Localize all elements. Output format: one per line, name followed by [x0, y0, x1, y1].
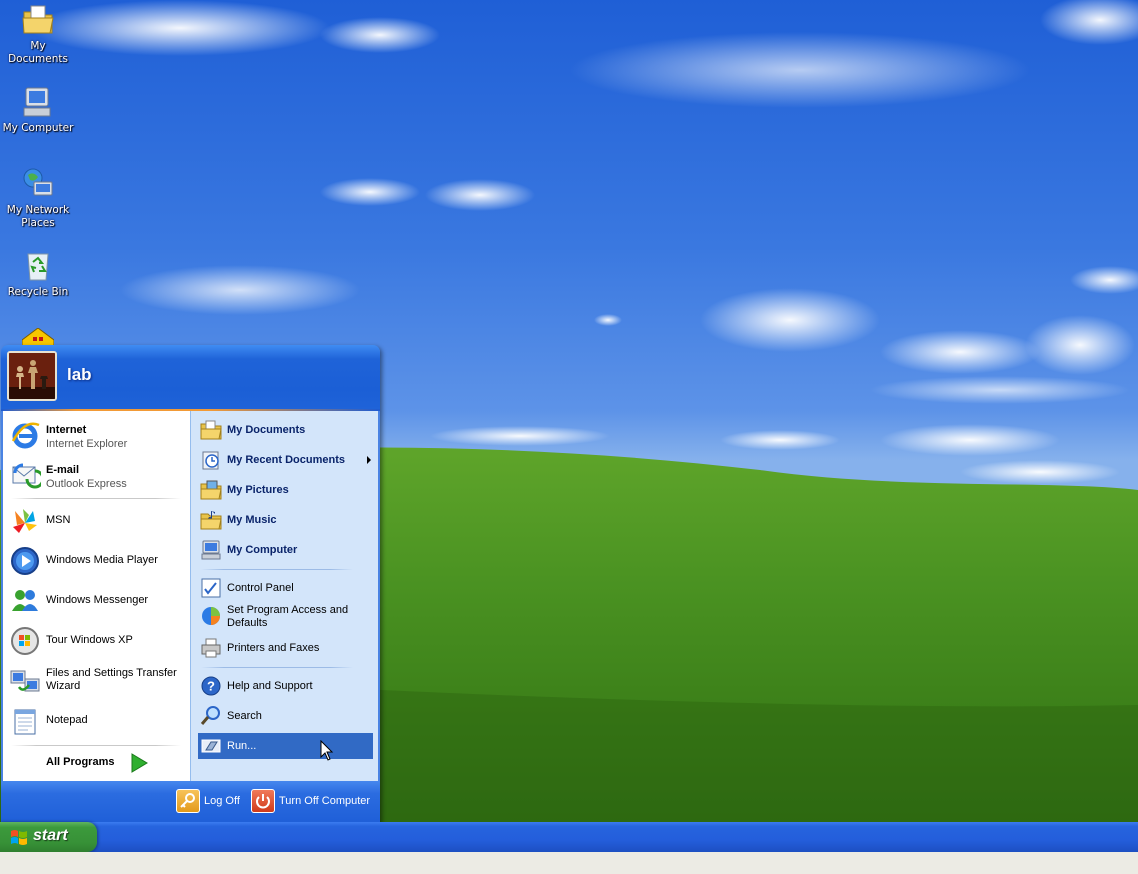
item-printers-faxes[interactable]: Printers and Faxes: [198, 635, 373, 661]
chess-picture-icon: [9, 353, 55, 399]
transfer-wizard-icon: [10, 670, 40, 692]
desktop-icon-my-computer[interactable]: My Computer: [0, 84, 76, 135]
media-player-icon: [11, 547, 39, 575]
place-my-computer[interactable]: My Computer: [198, 537, 373, 563]
desktop-icon-label: My Network Places: [6, 204, 70, 229]
place-my-recent-documents[interactable]: My Recent Documents: [198, 447, 373, 473]
screen-bottom-area: [0, 852, 1138, 874]
start-button[interactable]: start: [0, 822, 97, 852]
computer-icon: [201, 540, 221, 560]
place-my-documents[interactable]: My Documents: [198, 417, 373, 443]
windows-logo-icon: [11, 830, 27, 845]
tour-icon: [11, 627, 39, 655]
my-computer-icon: [23, 87, 51, 117]
separator: [201, 667, 353, 668]
separator: [11, 745, 181, 746]
folder-icon: [200, 420, 222, 440]
pinned-internet[interactable]: Internet Internet Explorer: [9, 419, 187, 453]
turn-off-label: Turn Off Computer: [279, 795, 371, 807]
program-label: MSN: [46, 514, 71, 526]
desktop-icon-recycle-bin[interactable]: Recycle Bin: [0, 248, 76, 299]
key-icon: [176, 789, 200, 813]
partial-desktop-icon[interactable]: [22, 328, 54, 346]
recycle-bin-icon: [27, 253, 49, 281]
pinned-email[interactable]: E-mail Outlook Express: [9, 459, 187, 493]
messenger-icon: [12, 590, 38, 611]
program-transfer-wizard[interactable]: Files and Settings Transfer Wizard: [9, 665, 187, 699]
user-avatar[interactable]: [7, 351, 57, 401]
user-name: lab: [67, 365, 92, 384]
program-messenger[interactable]: Windows Messenger: [9, 585, 187, 619]
start-label: start: [33, 827, 68, 844]
pinned-title: Internet: [46, 424, 87, 436]
desktop-icon-label: My Computer: [2, 122, 74, 134]
submenu-arrow-icon: [367, 456, 371, 464]
desktop-icon-my-documents[interactable]: My Documents: [0, 2, 76, 66]
taskbar: start: [0, 822, 1138, 852]
control-panel-icon: [201, 578, 221, 598]
start-menu-footer: Log Off Turn Off Computer: [1, 781, 380, 823]
program-label: Files and Settings Transfer Wizard: [46, 667, 177, 692]
pinned-title: E-mail: [46, 464, 80, 476]
program-label: Notepad: [46, 714, 88, 726]
item-label: Run...: [227, 740, 257, 752]
network-places-icon: [23, 168, 53, 196]
notepad-icon: [14, 709, 36, 735]
item-label: Set Program Access and Defaults: [227, 604, 349, 629]
my-documents-icon: [22, 5, 54, 34]
pictures-folder-icon: [200, 480, 222, 500]
outlook-express-icon: [12, 463, 41, 489]
item-control-panel[interactable]: Control Panel: [198, 575, 373, 601]
search-icon: [200, 706, 220, 725]
desktop-icon-label: My Documents: [8, 40, 68, 65]
place-label: My Computer: [227, 544, 298, 556]
place-label: My Music: [227, 514, 277, 526]
start-menu-header: lab: [1, 345, 380, 409]
item-help-support[interactable]: ? Help and Support: [198, 673, 373, 699]
program-label: Windows Messenger: [46, 594, 149, 606]
item-label: Printers and Faxes: [227, 642, 320, 654]
pinned-subtitle: Outlook Express: [46, 478, 127, 490]
place-my-pictures[interactable]: My Pictures: [198, 477, 373, 503]
item-search[interactable]: Search: [198, 703, 373, 729]
place-label: My Pictures: [227, 484, 289, 496]
mouse-cursor-icon: [320, 740, 334, 761]
separator: [201, 569, 353, 570]
separator: [11, 498, 181, 499]
pinned-subtitle: Internet Explorer: [46, 438, 128, 450]
program-msn[interactable]: MSN: [9, 505, 187, 539]
item-program-access[interactable]: Set Program Access and Defaults: [198, 603, 373, 631]
start-menu-left-pane: Internet Internet Explorer E-mail Outloo…: [3, 411, 190, 781]
place-label: My Recent Documents: [227, 454, 345, 466]
music-folder-icon: [200, 511, 222, 530]
item-run[interactable]: Run...: [198, 733, 373, 759]
desktop-icon-label: Recycle Bin: [7, 286, 69, 298]
program-label: Windows Media Player: [46, 554, 158, 566]
printer-icon: [201, 638, 221, 658]
all-programs-label: All Programs: [46, 756, 115, 768]
help-icon: ?: [201, 676, 221, 696]
msn-icon: [13, 509, 37, 533]
desktop-icon-network[interactable]: My Network Places: [0, 166, 76, 230]
item-label: Search: [227, 710, 262, 722]
run-icon: [201, 739, 221, 753]
program-tour[interactable]: Tour Windows XP: [9, 625, 187, 659]
power-icon: [251, 789, 275, 813]
green-arrow-icon: [131, 753, 148, 773]
recent-documents-icon: [202, 451, 219, 470]
all-programs-button[interactable]: All Programs: [9, 751, 187, 777]
program-label: Tour Windows XP: [46, 634, 133, 646]
place-label: My Documents: [227, 424, 306, 436]
item-label: Control Panel: [227, 582, 294, 594]
program-media-player[interactable]: Windows Media Player: [9, 545, 187, 579]
program-notepad[interactable]: Notepad: [9, 705, 187, 739]
start-menu-right-pane: My Documents My Recent Documents My Pict…: [190, 411, 378, 781]
item-label: Help and Support: [227, 680, 313, 692]
internet-explorer-icon: [11, 422, 40, 449]
place-my-music[interactable]: My Music: [198, 507, 373, 533]
log-off-label: Log Off: [204, 795, 240, 807]
svg-text:?: ?: [207, 679, 215, 694]
program-access-icon: [202, 607, 220, 625]
